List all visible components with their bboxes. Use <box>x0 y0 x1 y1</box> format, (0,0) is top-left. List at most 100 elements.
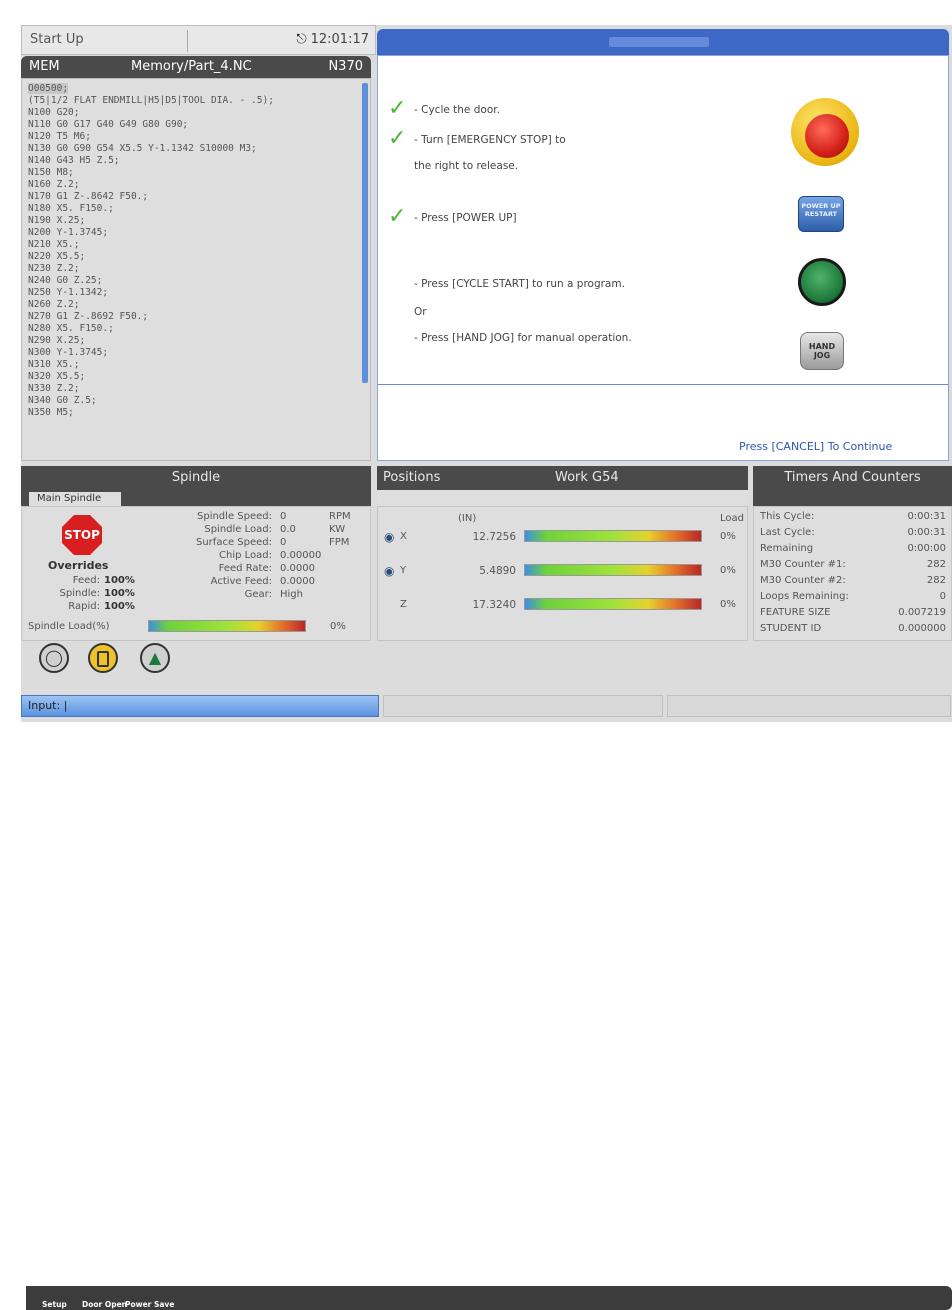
spindle-load-bar <box>148 620 306 632</box>
axis-label: X <box>400 531 407 542</box>
program-code: O00500; (T5|1/2 FLAT ENDMILL|H5|D5|TOOL … <box>22 79 370 423</box>
code-line: N300 Y-1.3745; <box>28 347 109 358</box>
override-label: Feed: <box>72 575 100 586</box>
dialog-titlebar <box>377 29 949 55</box>
code-line: N290 X.25; <box>28 335 86 346</box>
code-line: N260 Z.2; <box>28 299 80 310</box>
step-or: Or <box>414 306 427 318</box>
spindle-stat-label: Surface Speed: <box>196 537 272 548</box>
power-save-label: Power Save <box>125 1300 175 1309</box>
timers-title: Timers And Counters <box>784 470 921 485</box>
positions-title: Positions <box>383 470 441 485</box>
program-listing[interactable]: O00500; (T5|1/2 FLAT ENDMILL|H5|D5|TOOL … <box>21 78 371 461</box>
icon-strip: Setup Door Open Power Save <box>26 1286 952 1310</box>
timers-subheader <box>753 490 952 506</box>
step-power-up: - Press [POWER UP] <box>414 212 517 224</box>
clock-time: 12:01:17 <box>310 32 369 47</box>
positions-subheader <box>377 490 748 506</box>
override-value: 100% <box>104 575 135 586</box>
load-header: Load <box>720 513 744 524</box>
overrides-label: Overrides <box>48 559 109 572</box>
input-field[interactable]: Input: | <box>21 695 379 717</box>
spindle-tabs: Main Spindle <box>21 490 371 506</box>
timer-value: 0:00:00 <box>907 543 946 554</box>
lock-icon[interactable]: ◯ <box>39 643 69 673</box>
tab-main-spindle[interactable]: Main Spindle <box>29 492 121 506</box>
message-area-2 <box>667 695 951 717</box>
spindle-stat-label: Spindle Speed: <box>197 511 272 522</box>
timer-value: 282 <box>926 575 946 586</box>
axis-load-bar <box>524 564 702 576</box>
camera-icon: ⎋ <box>296 32 307 47</box>
code-line: N180 X5. F150.; <box>28 203 114 214</box>
spindle-panel: STOP Overrides Feed: 100% Spindle: 100% … <box>21 506 371 641</box>
units-label: (IN) <box>458 513 477 524</box>
spindle-stat-label: Active Feed: <box>210 576 272 587</box>
timer-row: M30 Counter #1: 282 <box>760 559 946 570</box>
home-icon: ◉ <box>384 530 395 544</box>
door-open-icon[interactable] <box>88 643 118 673</box>
timer-row: Remaining 0:00:00 <box>760 543 946 554</box>
override-value: 100% <box>104 601 135 612</box>
code-line: O00500; <box>28 83 69 94</box>
axis-label: Z <box>400 599 407 610</box>
code-line: N220 X5.5; <box>28 251 86 262</box>
step-estop-cont: the right to release. <box>414 160 519 172</box>
positions-header: Positions Work G54 <box>377 466 748 490</box>
timer-value: 0.000000 <box>898 623 946 634</box>
override-value: 100% <box>104 588 135 599</box>
divider <box>187 30 188 52</box>
timer-value: 282 <box>926 559 946 570</box>
code-line: N210 X5.; <box>28 239 80 250</box>
code-line: N240 G0 Z.25; <box>28 275 103 286</box>
step-estop: - Turn [EMERGENCY STOP] to <box>414 134 566 146</box>
override-label: Rapid: <box>68 601 100 612</box>
hand-jog-button-icon: HAND JOG <box>800 332 844 370</box>
mode-bar: Start Up ⎋ 12:01:17 <box>21 25 376 55</box>
program-scrollbar[interactable] <box>362 83 368 383</box>
code-line: N130 G0 G90 G54 X5.5 Y-1.1342 S10000 M3; <box>28 143 257 154</box>
spindle-stat-label: Spindle Load: <box>204 524 272 535</box>
timer-row: Loops Remaining: 0 <box>760 591 946 602</box>
code-line: N250 Y-1.1342; <box>28 287 109 298</box>
spindle-stat-unit: FPM <box>329 537 350 548</box>
axis-load-bar <box>524 598 702 610</box>
spindle-stat-value: 0 <box>280 537 287 548</box>
axis-value: 12.7256 <box>472 531 516 543</box>
code-line: N170 G1 Z-.8642 F50.; <box>28 191 149 202</box>
cancel-prompt[interactable]: Press [CANCEL] To Continue <box>739 440 892 453</box>
timers-header: Timers And Counters <box>753 466 952 490</box>
axis-load-value: 0% <box>720 599 736 610</box>
timer-label: FEATURE SIZE <box>760 607 831 618</box>
axis-value: 17.3240 <box>472 599 516 611</box>
spindle-stat-label: Gear: <box>244 589 272 600</box>
spindle-stat-value: 0 <box>280 511 287 522</box>
spindle-stat-unit: RPM <box>329 511 351 522</box>
timer-label: STUDENT ID <box>760 623 822 634</box>
code-line: N200 Y-1.3745; <box>28 227 109 238</box>
tree-icon[interactable]: ▲ <box>140 643 170 673</box>
code-line: N330 Z.2; <box>28 383 80 394</box>
axis-load-value: 0% <box>720 531 736 542</box>
axis-label: Y <box>400 565 407 576</box>
timer-row: M30 Counter #2: 282 <box>760 575 946 586</box>
spindle-stat-unit: KW <box>329 524 346 535</box>
clock: ⎋ 12:01:17 <box>296 32 369 47</box>
program-path: Memory/Part_4.NC <box>131 59 252 74</box>
spindle-stat-label: Chip Load: <box>219 550 272 561</box>
spindle-stat-label: Feed Rate: <box>218 563 272 574</box>
timer-row: FEATURE SIZE 0.007219 <box>760 607 946 618</box>
timer-label: Loops Remaining: <box>760 591 849 602</box>
code-line: N280 X5. F150.; <box>28 323 114 334</box>
timer-row: This Cycle: 0:00:31 <box>760 511 946 522</box>
step-cycle-door: - Cycle the door. <box>414 104 500 116</box>
timer-label: M30 Counter #2: <box>760 575 846 586</box>
code-line: N320 X5.5; <box>28 371 86 382</box>
mode-label: Start Up <box>30 32 84 47</box>
code-line: N140 G43 H5 Z.5; <box>28 155 120 166</box>
step-cycle-start: - Press [CYCLE START] to run a program. <box>414 278 625 290</box>
timer-label: M30 Counter #1: <box>760 559 846 570</box>
startup-instructions: ✓ - Cycle the door. ✓ - Turn [EMERGENCY … <box>377 55 949 461</box>
code-line: N110 G0 G17 G40 G49 G80 G90; <box>28 119 189 130</box>
code-line: N190 X.25; <box>28 215 86 226</box>
